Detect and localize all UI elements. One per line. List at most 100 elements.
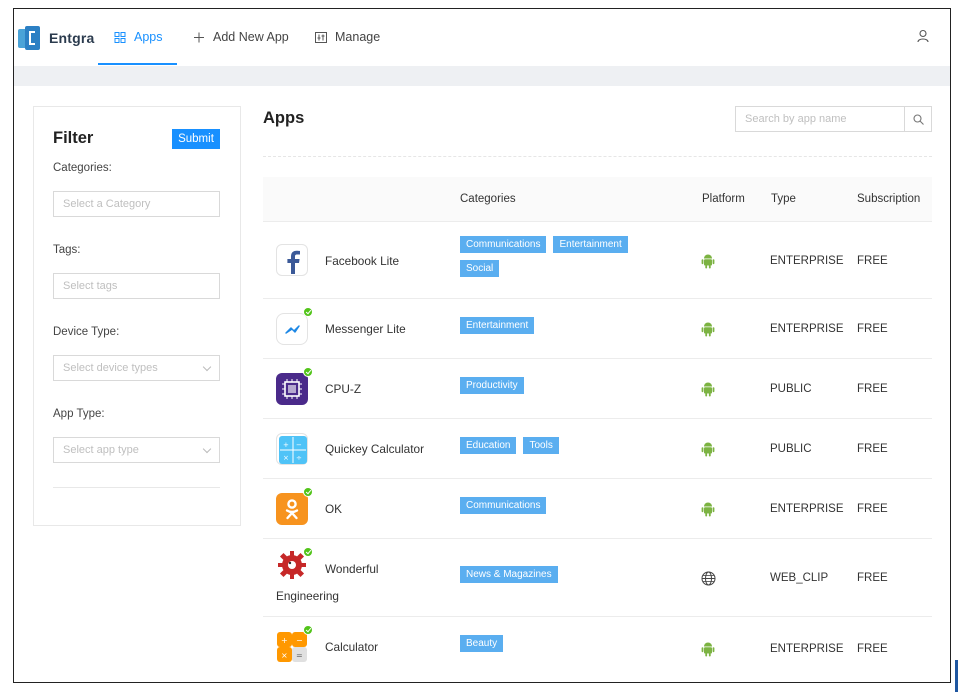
category-select[interactable]: Select a Category <box>53 191 220 217</box>
grid-icon <box>114 31 126 43</box>
search-box[interactable]: Search by app name <box>735 106 932 132</box>
app-name[interactable]: Messenger Lite <box>325 322 406 336</box>
device-type-label: Device Type: <box>53 326 120 338</box>
app-type: WEB_CLIP <box>770 572 829 584</box>
tags-select[interactable]: Select tags <box>53 273 220 299</box>
quickey-calculator-icon: + − × ÷ <box>276 433 308 465</box>
device-type-select[interactable]: Select device types <box>53 355 220 381</box>
table-row[interactable]: CPU-Z Productivity PUBLIC FREE <box>263 359 932 419</box>
android-icon <box>701 442 715 457</box>
table-header: Categories Platform Type Subscription <box>263 177 932 222</box>
top-navbar: Entgra Apps Add New App Manage <box>14 9 950 66</box>
ok-app-icon <box>276 493 308 525</box>
nav-add-new-app-label: Add New App <box>213 30 289 44</box>
app-name[interactable]: Wonderful <box>325 562 379 576</box>
search-icon <box>912 113 924 125</box>
category-tag: Communications <box>460 236 547 253</box>
android-icon <box>701 322 715 337</box>
svg-text:+: + <box>281 636 288 645</box>
title-divider <box>263 156 932 157</box>
filter-panel: Filter Submit Categories: Select a Categ… <box>33 106 241 526</box>
submit-button[interactable]: Submit <box>172 129 220 149</box>
category-select-placeholder: Select a Category <box>63 198 151 210</box>
app-name-continued[interactable]: Engineering <box>276 589 339 603</box>
messenger-lite-icon <box>276 313 308 345</box>
android-icon <box>701 642 715 657</box>
filter-title: Filter <box>53 129 94 147</box>
app-subscription: FREE <box>857 443 888 455</box>
column-type: Type <box>771 193 796 205</box>
app-type-select[interactable]: Select app type <box>53 437 220 463</box>
nav-manage[interactable]: Manage <box>315 30 380 44</box>
header-divider-band <box>14 66 950 86</box>
chevron-down-icon <box>202 362 212 372</box>
category-tag: Tools <box>523 437 559 454</box>
installed-check-icon <box>303 547 313 557</box>
table-row[interactable]: OK Communications ENTERPRISE FREE <box>263 479 932 539</box>
android-icon <box>701 382 715 397</box>
app-name[interactable]: Facebook Lite <box>325 254 399 268</box>
tags-label: Tags: <box>53 244 81 256</box>
tags-select-placeholder: Select tags <box>63 280 118 292</box>
category-tags: Beauty <box>460 635 660 652</box>
table-row[interactable]: + − × ÷ Quickey Calculator Education Tools … <box>263 419 932 479</box>
nav-apps-label: Apps <box>134 30 163 44</box>
app-type-label: App Type: <box>53 408 105 420</box>
categories-label: Categories: <box>53 162 112 174</box>
page-title: Apps <box>263 109 305 127</box>
installed-check-icon <box>303 487 313 497</box>
category-tags: Entertainment <box>460 317 660 334</box>
category-tag: Social <box>460 260 500 277</box>
app-type-placeholder: Select app type <box>63 444 139 456</box>
category-tags: Education Tools <box>460 437 660 454</box>
filter-divider <box>53 487 220 488</box>
svg-text:−: − <box>296 636 303 645</box>
search-input[interactable]: Search by app name <box>745 113 847 125</box>
nav-add-new-app[interactable]: Add New App <box>193 30 289 44</box>
nav-apps[interactable]: Apps <box>114 30 163 44</box>
category-tag: News & Magazines <box>460 566 558 583</box>
app-name[interactable]: Calculator <box>325 640 378 654</box>
installed-check-icon <box>303 625 313 635</box>
category-tag: Education <box>460 437 517 454</box>
globe-icon <box>701 571 716 586</box>
column-subscription: Subscription <box>857 193 921 205</box>
android-icon <box>701 254 715 269</box>
app-name[interactable]: OK <box>325 502 342 516</box>
app-name[interactable]: CPU-Z <box>325 382 361 396</box>
app-name[interactable]: Quickey Calculator <box>325 442 424 456</box>
cpu-z-icon <box>276 373 308 405</box>
app-window: Entgra Apps Add New App Manage Filter Su… <box>13 8 951 683</box>
device-type-placeholder: Select device types <box>63 362 158 374</box>
svg-text:×: × <box>281 651 288 660</box>
svg-text:=: = <box>296 651 303 660</box>
app-subscription: FREE <box>857 255 888 267</box>
user-icon[interactable] <box>916 29 930 43</box>
category-tags: Productivity <box>460 377 660 394</box>
app-subscription: FREE <box>857 383 888 395</box>
app-type: ENTERPRISE <box>770 503 844 515</box>
installed-check-icon <box>303 367 313 377</box>
category-tag: Beauty <box>460 635 504 652</box>
calculator-icon: + − × = <box>276 631 308 663</box>
app-subscription: FREE <box>857 643 888 655</box>
category-tags: Communications Entertainment Social <box>460 236 660 277</box>
app-type: PUBLIC <box>770 443 812 455</box>
category-tags: News & Magazines <box>460 566 660 583</box>
svg-text:+: + <box>283 441 289 449</box>
control-icon <box>315 31 327 43</box>
category-tag: Productivity <box>460 377 524 394</box>
table-row[interactable]: + − × = Calculator Beauty ENTERPRISE FREE <box>263 617 932 682</box>
scrollbar-thumb[interactable] <box>955 660 958 692</box>
table-row[interactable]: Messenger Lite Entertainment ENTERPRISE … <box>263 299 932 359</box>
app-subscription: FREE <box>857 323 888 335</box>
table-row[interactable]: Facebook Lite Communications Entertainme… <box>263 222 932 299</box>
app-type: ENTERPRISE <box>770 255 844 267</box>
table-row[interactable]: Wonderful Engineering News & Magazines W… <box>263 539 932 617</box>
column-categories: Categories <box>460 193 516 205</box>
android-icon <box>701 502 715 517</box>
brand-logo[interactable]: Entgra <box>18 26 95 50</box>
chevron-down-icon <box>202 444 212 454</box>
search-button[interactable] <box>904 107 931 131</box>
brand-name: Entgra <box>49 30 95 46</box>
